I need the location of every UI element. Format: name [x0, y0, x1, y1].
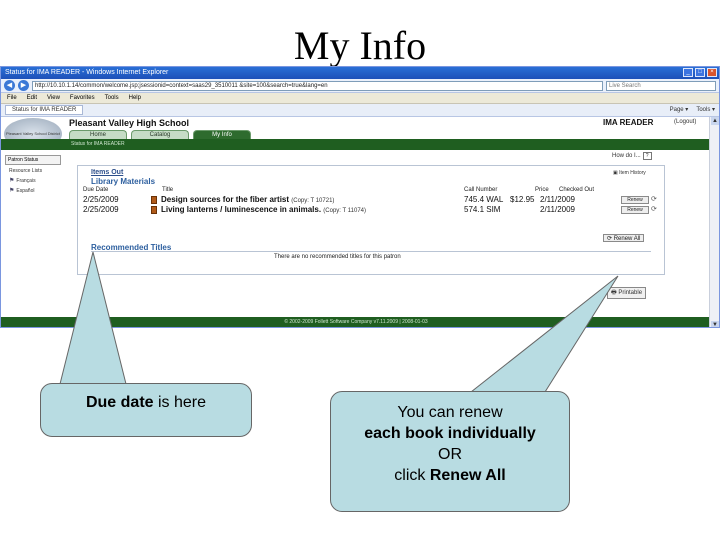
- right-callout-pointer: [469, 275, 619, 393]
- callout-renew-line3: OR: [438, 446, 462, 463]
- callout-renew-line1: You can renew: [397, 404, 503, 421]
- due-date-callout: Due date is here: [40, 383, 252, 437]
- callout-renew-line2: each book individually: [364, 425, 536, 442]
- renew-callout: You can renew each book individually OR …: [330, 391, 570, 512]
- callout-due-date-bold: Due date: [85, 394, 154, 411]
- callout-renew-line4: click Renew All: [331, 465, 569, 486]
- left-callout-pointer: [59, 251, 127, 385]
- callout-due-date-rest: is here: [153, 394, 207, 411]
- callout-renew-all-bold: Renew All: [429, 467, 506, 484]
- callout-renew-prefix: click: [394, 467, 430, 484]
